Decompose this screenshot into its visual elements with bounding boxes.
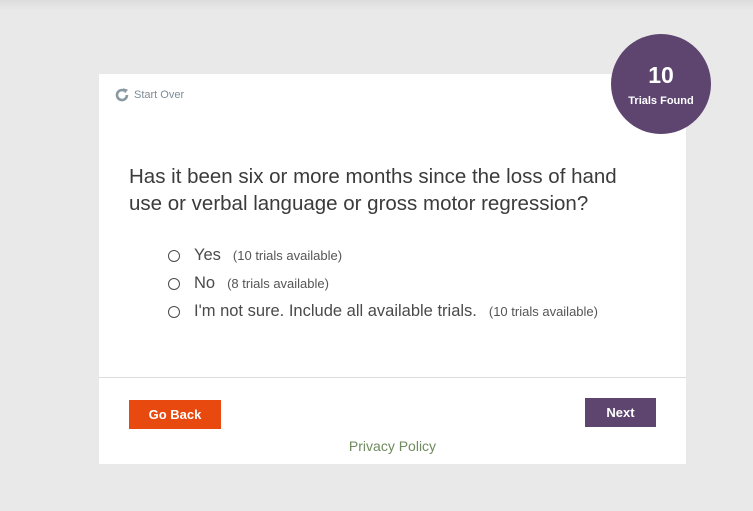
radio-yes[interactable] [168, 249, 180, 262]
top-bar-shadow [0, 0, 753, 10]
start-over-label: Start Over [134, 89, 185, 101]
start-over-link[interactable]: Start Over [114, 87, 184, 103]
option-yes[interactable]: Yes (10 trials available) [168, 246, 342, 265]
question-text: Has it been six or more months since the… [129, 165, 617, 215]
option-no[interactable]: No (8 trials available) [168, 274, 329, 293]
option-no-count: (8 trials available) [227, 276, 329, 291]
refresh-icon [114, 87, 130, 103]
option-yes-count: (10 trials available) [232, 248, 343, 263]
trials-found-label: Trials Found [628, 95, 694, 107]
radio-no[interactable] [168, 277, 180, 290]
option-yes-label: Yes [194, 246, 221, 264]
next-button[interactable]: Next [585, 398, 656, 427]
option-no-label: No [194, 274, 216, 292]
trials-found-badge: 10 Trials Found [611, 34, 711, 134]
trials-found-count: 10 [648, 62, 674, 88]
option-not-sure-label: I'm not sure. Include all available tria… [194, 302, 477, 320]
option-not-sure-count: (10 trials available) [488, 304, 598, 319]
radio-not-sure[interactable] [168, 305, 180, 318]
go-back-button[interactable]: Go Back [129, 400, 221, 429]
question-card: Start Over Has it been six or more month… [99, 74, 686, 464]
footer-divider [99, 377, 686, 378]
option-not-sure[interactable]: I'm not sure. Include all available tria… [168, 302, 598, 321]
privacy-policy-link[interactable]: Privacy Policy [99, 438, 686, 454]
